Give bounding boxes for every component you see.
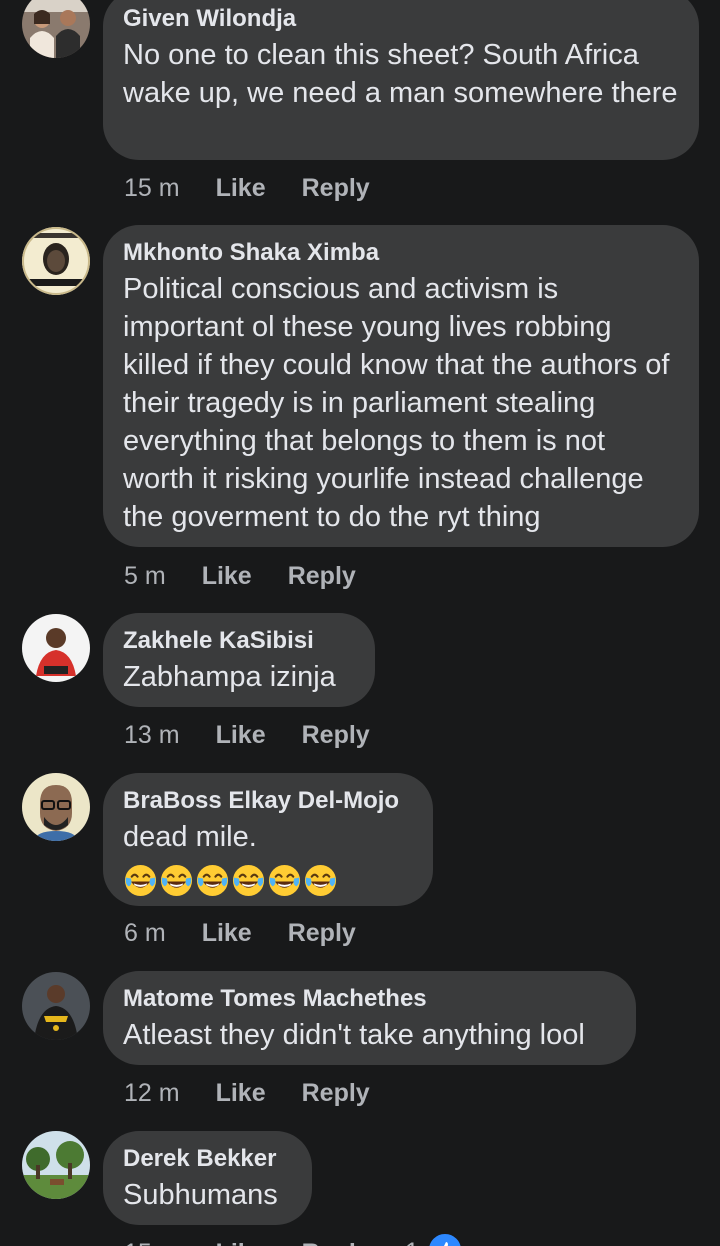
comment-timestamp: 5 m xyxy=(124,562,166,590)
steve-biko-black-man-icon xyxy=(22,227,90,295)
tears-of-joy-emoji-icon xyxy=(232,864,265,896)
tears-of-joy-emoji-icon xyxy=(268,864,301,896)
tears-of-joy-emoji-icon xyxy=(124,864,157,896)
comment-actions: 15 m Like Reply xyxy=(124,1238,370,1246)
like-button[interactable]: Like xyxy=(216,720,266,750)
avatar[interactable] xyxy=(22,0,90,58)
reply-button[interactable]: Reply xyxy=(288,918,356,948)
tears-of-joy-emoji-icon xyxy=(196,864,229,896)
comment-text: No one to clean this sheet? South Africa… xyxy=(123,39,678,109)
soccer-player-icon xyxy=(22,972,90,1040)
comment-bubble: Given Wilondja No one to clean this shee… xyxy=(103,0,699,160)
reply-button[interactable]: Reply xyxy=(302,1238,370,1246)
comment-author[interactable]: Matome Tomes Machethes xyxy=(123,984,616,1014)
reply-button[interactable]: Reply xyxy=(302,173,370,203)
reaction-count[interactable]: 1 xyxy=(405,1238,419,1246)
like-button[interactable]: Like xyxy=(216,173,266,203)
avatar[interactable] xyxy=(22,773,90,841)
comment-actions: 12 m Like Reply xyxy=(124,1078,370,1108)
tears-of-joy-emoji-icon xyxy=(160,864,193,896)
comment-actions: 13 m Like Reply xyxy=(124,720,370,750)
comment-bubble: Mkhonto Shaka Ximba Political conscious … xyxy=(103,225,699,547)
person-red-shirt-icon xyxy=(22,614,90,682)
comment-author[interactable]: Derek Bekker xyxy=(123,1144,292,1174)
avatar[interactable] xyxy=(22,614,90,682)
comment-author[interactable]: BraBoss Elkay Del-Mojo xyxy=(123,786,413,816)
reply-button[interactable]: Reply xyxy=(288,561,356,591)
emoji-row xyxy=(123,862,413,898)
avatar[interactable] xyxy=(22,972,90,1040)
like-button[interactable]: Like xyxy=(216,1238,266,1246)
comment-author[interactable]: Zakhele KaSibisi xyxy=(123,626,355,656)
like-reaction-icon[interactable] xyxy=(426,1231,464,1246)
tears-of-joy-emoji-icon xyxy=(304,864,337,896)
avatar[interactable] xyxy=(22,227,90,295)
like-button[interactable]: Like xyxy=(216,1078,266,1108)
comment-timestamp: 13 m xyxy=(124,721,180,749)
group-photo-icon xyxy=(22,0,90,58)
comment-author[interactable]: Given Wilondja xyxy=(123,4,679,34)
comment-author[interactable]: Mkhonto Shaka Ximba xyxy=(123,238,679,268)
comment-bubble: Zakhele KaSibisi Zabhampa izinja xyxy=(103,613,375,707)
comment-timestamp: 12 m xyxy=(124,1079,180,1107)
comment-bubble: Derek Bekker Subhumans xyxy=(103,1131,312,1225)
comment-text: Zabhampa izinja xyxy=(123,661,336,693)
comment-timestamp: 6 m xyxy=(124,919,166,947)
like-button[interactable]: Like xyxy=(202,561,252,591)
park-landscape-icon xyxy=(22,1131,90,1199)
comment-bubble: BraBoss Elkay Del-Mojo dead mile. xyxy=(103,773,433,906)
comment-text: Political conscious and activism is impo… xyxy=(123,273,670,533)
comment-timestamp: 15 m xyxy=(124,174,180,202)
reply-button[interactable]: Reply xyxy=(302,1078,370,1108)
comments-feed: Given Wilondja No one to clean this shee… xyxy=(0,0,720,1246)
comment-bubble: Matome Tomes Machethes Atleast they didn… xyxy=(103,971,636,1065)
comment-actions: 15 m Like Reply xyxy=(124,173,370,203)
like-button[interactable]: Like xyxy=(202,918,252,948)
comment-timestamp: 15 m xyxy=(124,1238,180,1246)
comment-text: Atleast they didn't take anything lool xyxy=(123,1019,585,1051)
thumbs-up-icon xyxy=(444,1242,448,1246)
comment-actions: 6 m Like Reply xyxy=(124,918,356,948)
reply-button[interactable]: Reply xyxy=(302,720,370,750)
comment-text: Subhumans xyxy=(123,1179,278,1211)
comment-actions: 5 m Like Reply xyxy=(124,561,356,591)
avatar[interactable] xyxy=(22,1131,90,1199)
cartoon-man-icon xyxy=(22,773,90,841)
comment-text: dead mile. xyxy=(123,821,257,853)
